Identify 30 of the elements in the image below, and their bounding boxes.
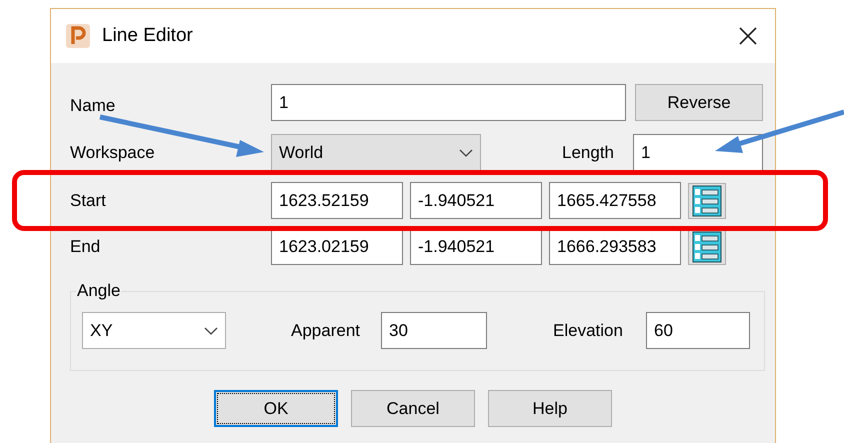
coordinate-field[interactable]: 1623.52159 xyxy=(271,182,403,219)
dialog-button[interactable]: Reverse xyxy=(635,84,763,121)
field-label: Elevation xyxy=(553,320,624,342)
field-label: Length xyxy=(562,142,615,164)
app-logo-icon xyxy=(66,24,90,48)
dialog-button[interactable]: Cancel xyxy=(351,390,475,427)
field-label: End xyxy=(70,236,102,258)
dropdown[interactable]: XY xyxy=(82,312,226,349)
length-field[interactable]: 1 xyxy=(633,134,763,171)
coordinate-list-icon[interactable] xyxy=(688,182,726,218)
coordinate-list-icon[interactable] xyxy=(688,228,726,264)
field-label: Workspace xyxy=(70,142,156,164)
dialog-button[interactable]: OK xyxy=(214,390,338,427)
coordinate-field[interactable]: 1665.427558 xyxy=(549,182,681,219)
chevron-down-icon xyxy=(204,326,218,334)
dropdown[interactable]: World xyxy=(271,134,481,171)
coordinate-field[interactable]: -1.940521 xyxy=(410,182,542,219)
coordinate-field[interactable]: -1.940521 xyxy=(410,228,542,265)
field-label: Apparent xyxy=(291,320,361,342)
field-label: Start xyxy=(70,190,107,212)
elevation-field[interactable]: 60 xyxy=(646,312,750,349)
dialog-button[interactable]: Help xyxy=(488,390,612,427)
close-icon[interactable] xyxy=(739,27,757,45)
window-title: Line Editor xyxy=(102,24,193,48)
coordinate-field[interactable]: 1623.02159 xyxy=(271,228,403,265)
field-label: Name xyxy=(70,94,116,117)
name-field[interactable]: 1 xyxy=(271,84,626,121)
coordinate-field[interactable]: 1666.293583 xyxy=(549,228,681,265)
apparent-field[interactable]: 30 xyxy=(381,312,487,349)
chevron-down-icon xyxy=(459,148,473,156)
